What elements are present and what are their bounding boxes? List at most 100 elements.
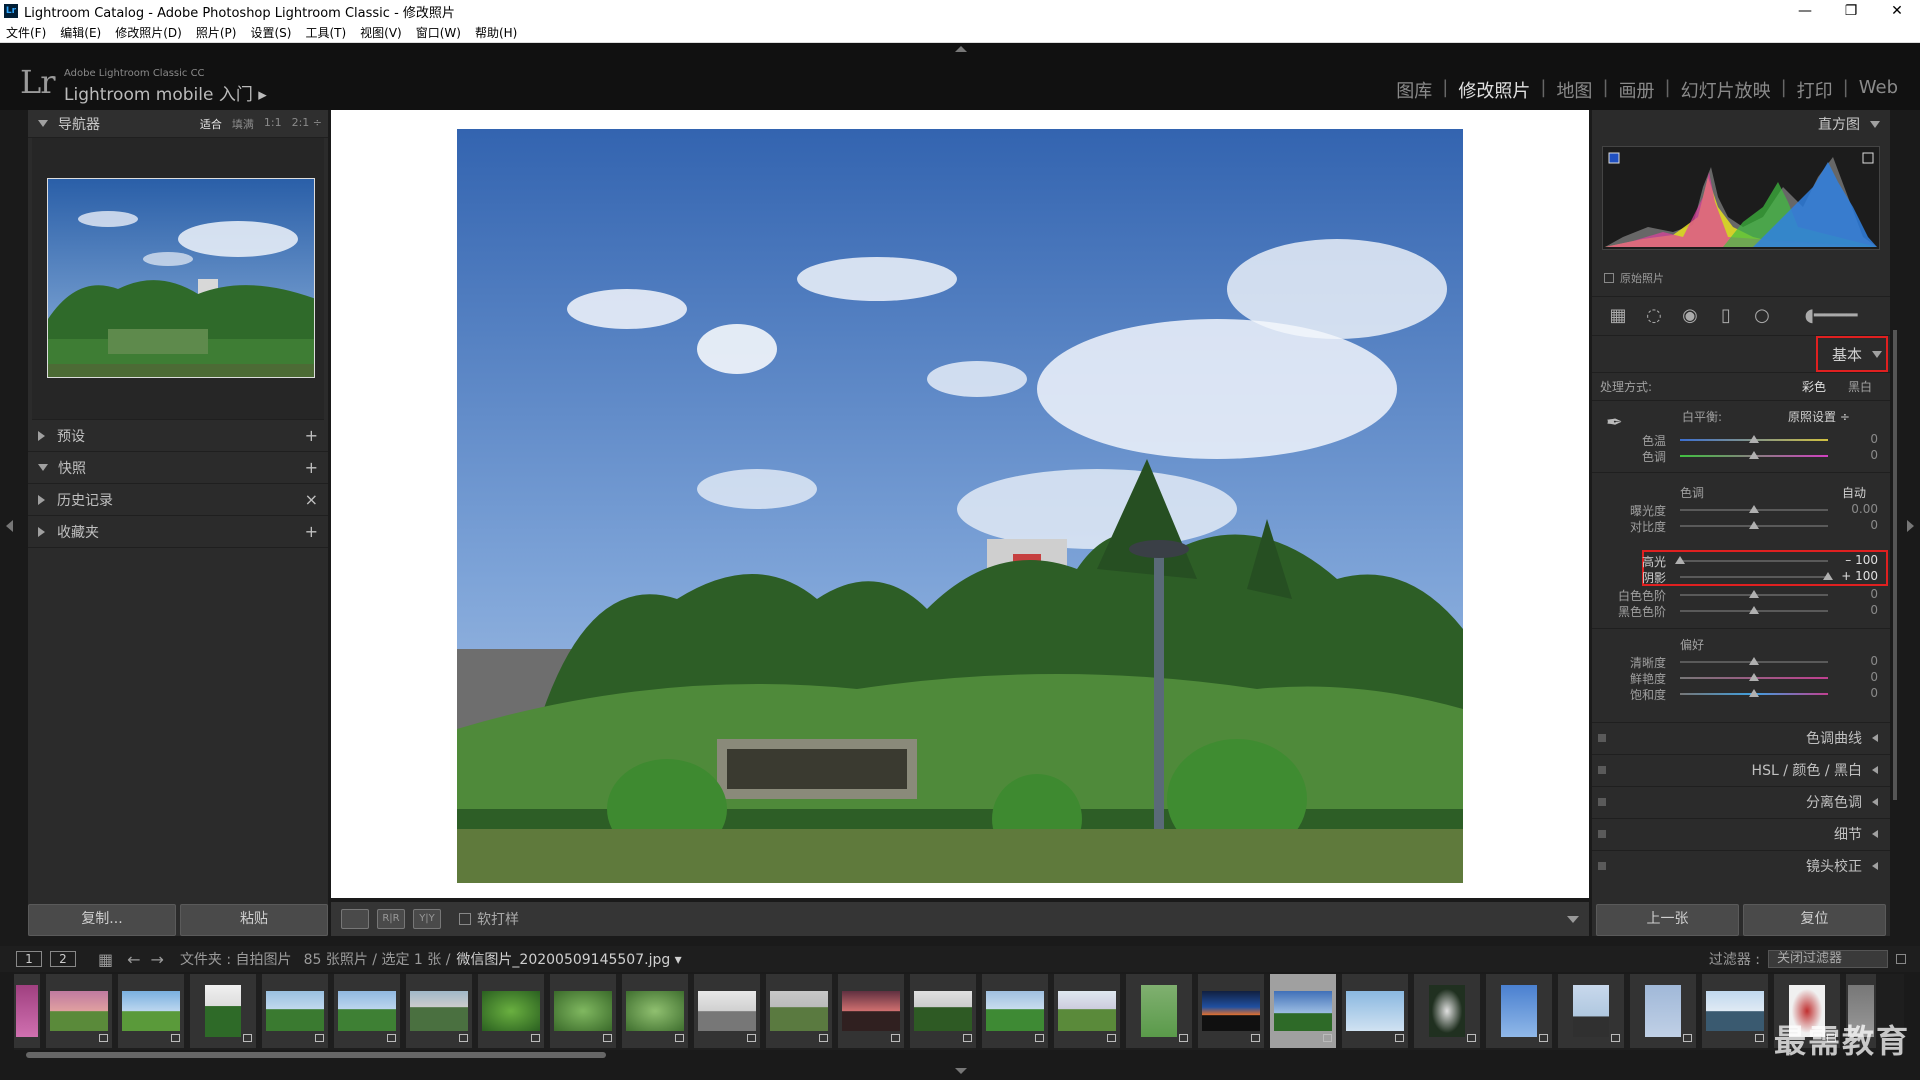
white-balance-eyedropper-icon[interactable]: ✒ <box>1606 410 1623 434</box>
highlights-slider[interactable]: 高光 – 100 <box>1592 553 1890 569</box>
clarity-knob[interactable] <box>1749 657 1759 665</box>
film-thumbnail[interactable] <box>334 974 400 1048</box>
panel-toggle-icon[interactable] <box>1598 829 1606 838</box>
tone-curve-panel[interactable]: 色调曲线 <box>1592 722 1890 752</box>
module-map[interactable]: 地图 <box>1546 77 1602 103</box>
saturation-knob[interactable] <box>1749 689 1759 697</box>
tint-value[interactable]: 0 <box>1870 448 1878 462</box>
film-thumbnail-selected[interactable] <box>1270 974 1336 1048</box>
vibrance-value[interactable]: 0 <box>1870 670 1878 684</box>
film-thumbnail[interactable] <box>1198 974 1264 1048</box>
back-arrow-icon[interactable]: ← <box>127 950 140 969</box>
exposure-knob[interactable] <box>1749 505 1759 513</box>
soft-proof-checkbox[interactable] <box>459 913 471 925</box>
menu-tools[interactable]: 工具(T) <box>305 24 346 41</box>
graduated-filter-icon[interactable]: ▯ <box>1714 304 1738 328</box>
contrast-value[interactable]: 0 <box>1870 518 1878 532</box>
treatment-bw-option[interactable]: 黑白 <box>1848 378 1872 395</box>
main-photo[interactable] <box>457 129 1463 883</box>
film-thumbnail[interactable] <box>190 974 256 1048</box>
whites-value[interactable]: 0 <box>1870 587 1878 601</box>
reset-button[interactable]: 复位 <box>1743 904 1886 936</box>
saturation-slider[interactable]: 饱和度 0 <box>1592 686 1890 702</box>
nav-2to1-option[interactable]: 2:1 ÷ <box>292 116 322 132</box>
add-preset-icon[interactable]: + <box>305 426 318 445</box>
before-after-tb-button[interactable]: Y|Y <box>413 909 441 929</box>
toolbar-menu-icon[interactable] <box>1567 915 1579 923</box>
left-panel-toggle-icon[interactable] <box>6 520 13 532</box>
film-thumbnail[interactable] <box>1126 974 1192 1048</box>
right-panel-scrollbar[interactable] <box>1893 330 1897 800</box>
navigator-thumbnail[interactable] <box>47 178 315 378</box>
original-photo-toggle[interactable]: 原始照片 <box>1604 270 1664 286</box>
collections-panel[interactable]: 收藏夹 + <box>28 516 328 548</box>
top-panel-toggle-icon[interactable] <box>955 46 967 52</box>
menu-help[interactable]: 帮助(H) <box>475 24 517 41</box>
bottom-panel-toggle-icon[interactable] <box>955 1068 967 1074</box>
film-thumbnail[interactable] <box>1558 974 1624 1048</box>
menu-edit[interactable]: 编辑(E) <box>60 24 101 41</box>
spot-removal-icon[interactable]: ◌ <box>1642 304 1666 328</box>
tint-slider[interactable]: 色调 0 <box>1592 448 1890 464</box>
snapshots-panel[interactable]: 快照 + <box>28 452 328 484</box>
film-thumbnail[interactable] <box>622 974 688 1048</box>
filter-select[interactable]: 关闭过滤器 <box>1768 950 1888 968</box>
temp-value[interactable]: 0 <box>1870 432 1878 446</box>
filename[interactable]: 微信图片_20200509145507.jpg ▾ <box>456 949 681 969</box>
filter-lock-icon[interactable] <box>1896 954 1906 964</box>
minimize-button[interactable]: — <box>1782 0 1828 22</box>
add-snapshot-icon[interactable]: + <box>305 458 318 477</box>
shadows-knob[interactable] <box>1823 572 1833 580</box>
copy-settings-button[interactable]: 复制... <box>28 904 176 936</box>
paste-settings-button[interactable]: 粘贴 <box>180 904 328 936</box>
loupe-view-button[interactable] <box>341 909 369 929</box>
original-photo-checkbox[interactable] <box>1604 273 1614 283</box>
module-slideshow[interactable]: 幻灯片放映 <box>1671 77 1781 103</box>
module-book[interactable]: 画册 <box>1609 77 1665 103</box>
film-thumbnail[interactable] <box>1486 974 1552 1048</box>
contrast-knob[interactable] <box>1749 521 1759 529</box>
film-thumbnail[interactable] <box>1630 974 1696 1048</box>
add-collection-icon[interactable]: + <box>305 522 318 541</box>
whites-knob[interactable] <box>1749 590 1759 598</box>
treatment-color-option[interactable]: 彩色 <box>1802 378 1826 395</box>
history-panel[interactable]: 历史记录 × <box>28 484 328 516</box>
nav-fill-option[interactable]: 填满 <box>232 116 254 132</box>
contrast-slider[interactable]: 对比度 0 <box>1592 518 1890 534</box>
module-web[interactable]: Web <box>1849 77 1908 103</box>
menu-develop[interactable]: 修改照片(D) <box>115 24 182 41</box>
blacks-knob[interactable] <box>1749 606 1759 614</box>
nav-fit-option[interactable]: 适合 <box>200 116 222 132</box>
menu-view[interactable]: 视图(V) <box>360 24 402 41</box>
panel-toggle-icon[interactable] <box>1598 797 1606 806</box>
red-eye-icon[interactable]: ◉ <box>1678 304 1702 328</box>
exposure-slider[interactable]: 曝光度 0.00 <box>1592 502 1890 518</box>
shadows-value[interactable]: + 100 <box>1841 569 1878 583</box>
maximize-button[interactable]: ❐ <box>1828 0 1874 22</box>
film-thumbnail[interactable] <box>910 974 976 1048</box>
highlights-value[interactable]: – 100 <box>1845 553 1878 567</box>
film-thumbnail[interactable] <box>694 974 760 1048</box>
highlights-knob[interactable] <box>1675 556 1685 564</box>
split-toning-panel[interactable]: 分离色调 <box>1592 786 1890 816</box>
film-thumbnail[interactable] <box>262 974 328 1048</box>
adjustment-brush-icon[interactable]: ◖━━━━ <box>1786 304 1876 328</box>
clarity-slider[interactable]: 清晰度 0 <box>1592 654 1890 670</box>
module-print[interactable]: 打印 <box>1787 77 1843 103</box>
detail-panel[interactable]: 细节 <box>1592 818 1890 848</box>
film-thumbnail[interactable] <box>766 974 832 1048</box>
lightroom-mobile-link[interactable]: Lightroom mobile 入门 ▸ <box>64 80 267 105</box>
lens-corrections-panel[interactable]: 镜头校正 <box>1592 850 1890 880</box>
close-button[interactable]: ✕ <box>1874 0 1920 22</box>
grid-view-icon[interactable]: ▦ <box>98 950 113 969</box>
panel-toggle-icon[interactable] <box>1598 765 1606 774</box>
film-thumbnail[interactable] <box>1054 974 1120 1048</box>
histogram-header[interactable]: 直方图 <box>1592 110 1890 138</box>
module-develop[interactable]: 修改照片 <box>1448 77 1540 103</box>
saturation-value[interactable]: 0 <box>1870 686 1878 700</box>
crop-overlay-icon[interactable]: ▦ <box>1606 304 1630 328</box>
right-panel-toggle-icon[interactable] <box>1907 520 1914 532</box>
filmstrip-scrollbar[interactable] <box>26 1052 606 1058</box>
clarity-value[interactable]: 0 <box>1870 654 1878 668</box>
presets-panel[interactable]: 预设 + <box>28 420 328 452</box>
